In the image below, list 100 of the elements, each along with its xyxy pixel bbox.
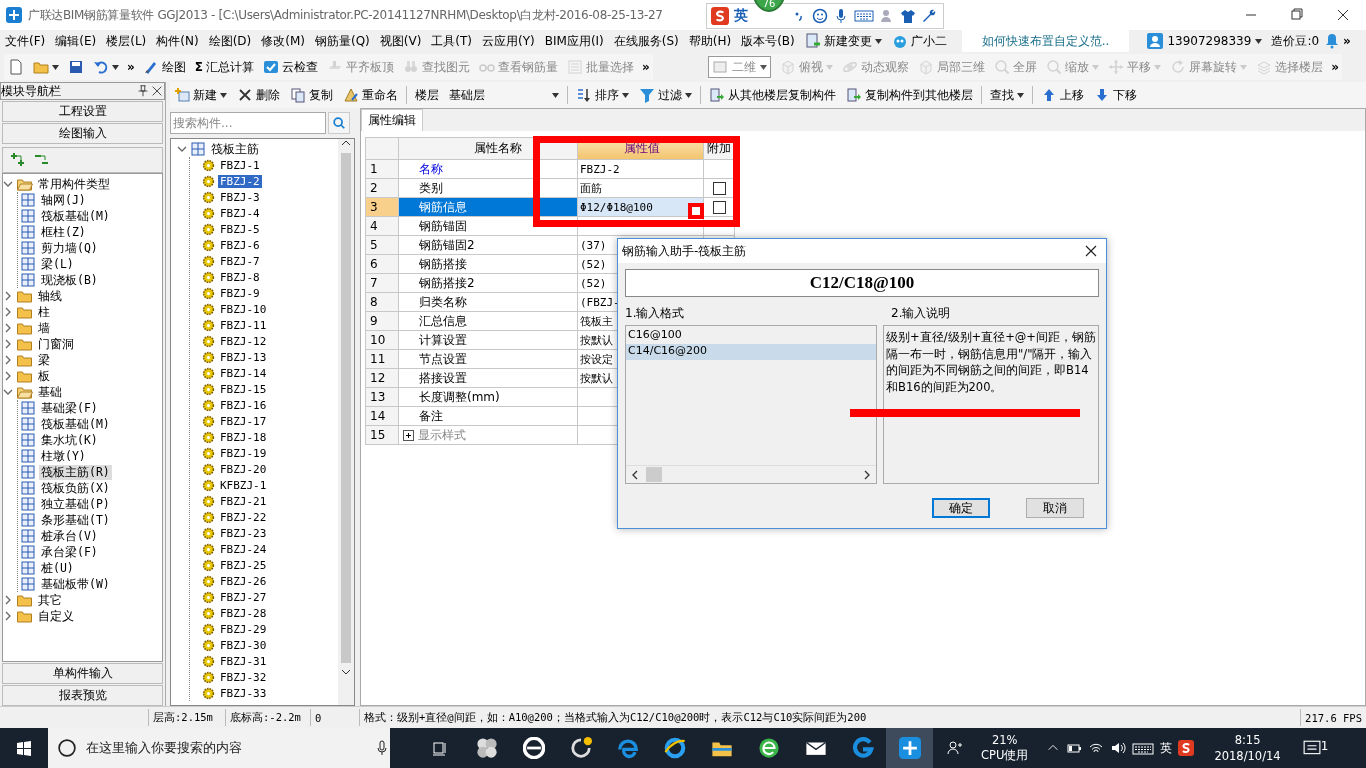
tree-item[interactable]: FBZJ-23: [218, 526, 269, 540]
menu-item[interactable]: 在线服务(S): [608, 32, 684, 50]
property-value[interactable]: 按设定: [580, 352, 613, 366]
tree-item[interactable]: 独立基础(P): [39, 496, 112, 512]
chevron-icon[interactable]: [3, 339, 13, 349]
expand-all-icon[interactable]: [9, 152, 27, 168]
tree-item[interactable]: FBZJ-11: [218, 318, 269, 332]
tree-item[interactable]: FBZJ-5: [218, 222, 262, 236]
tree-item[interactable]: FBZJ-12: [218, 334, 269, 348]
scroll-thumb[interactable]: [646, 467, 662, 482]
property-value[interactable]: (37): [580, 239, 607, 252]
toolbar-button[interactable]: 复制构件到其他楼层: [842, 84, 977, 106]
tree-item[interactable]: FBZJ-32: [218, 670, 269, 684]
toolbar-button[interactable]: 下移: [1090, 84, 1141, 106]
tree-item[interactable]: FBZJ-19: [218, 446, 269, 460]
tree-item[interactable]: 基础: [36, 384, 64, 400]
tree-item[interactable]: KFBZJ-1: [218, 478, 269, 492]
tree-item[interactable]: 桩承台(V): [39, 528, 100, 544]
tree-item[interactable]: FBZJ-3: [218, 190, 262, 204]
close-icon[interactable]: [150, 84, 164, 98]
microphone-icon[interactable]: [833, 8, 849, 24]
keyboard-icon[interactable]: [1132, 740, 1155, 756]
menu-item[interactable]: 绘图(D): [203, 32, 257, 50]
toolbar-button[interactable]: 新建: [170, 84, 231, 106]
expand-icon[interactable]: [403, 429, 414, 441]
menu-item[interactable]: 编辑(E): [50, 32, 102, 50]
toolbar-button[interactable]: 绘图: [138, 56, 190, 78]
ime-logo-icon[interactable]: [1178, 740, 1195, 756]
tree-item[interactable]: 筏板基础(M): [39, 208, 112, 224]
microphone-icon[interactable]: [374, 740, 390, 756]
tree-item[interactable]: FBZJ-22: [218, 510, 269, 524]
menu-item[interactable]: 文件(F): [0, 32, 51, 50]
overflow-button[interactable]: »: [638, 56, 653, 78]
property-value[interactable]: (52): [580, 258, 607, 271]
assistant-button[interactable]: 广小二: [886, 32, 952, 50]
tree-item[interactable]: FBZJ-2: [218, 174, 262, 188]
scroll-down-icon[interactable]: [341, 667, 351, 677]
taskbar-app[interactable]: [886, 728, 933, 768]
tree-item[interactable]: 筏板负筋(X): [39, 480, 112, 496]
tree-item[interactable]: FBZJ-18: [218, 430, 269, 444]
taskbar-search-field[interactable]: 在这里输入你要搜索的内容: [48, 728, 390, 768]
tree-item[interactable]: FBZJ-8: [218, 270, 262, 284]
smiley-icon[interactable]: [812, 8, 828, 24]
wrench-icon[interactable]: [921, 8, 937, 24]
chevron-icon[interactable]: [3, 307, 13, 317]
tree-item[interactable]: FBZJ-26: [218, 574, 269, 588]
bell-icon[interactable]: [1324, 33, 1341, 49]
property-value[interactable]: 筏板主: [580, 314, 613, 328]
toolbar-button[interactable]: 过滤: [635, 84, 696, 106]
property-value[interactable]: (52): [580, 277, 607, 290]
menu-item[interactable]: 工具(T): [426, 32, 478, 50]
menu-item[interactable]: 帮助(H): [683, 32, 737, 50]
pin-icon[interactable]: [136, 84, 150, 98]
tree-item[interactable]: 常用构件类型: [36, 176, 112, 192]
menu-item[interactable]: 云应用(Y): [477, 32, 540, 50]
input-mode[interactable]: 英: [1160, 739, 1173, 757]
menu-item[interactable]: BIM应用(I): [539, 32, 609, 50]
overflow-button[interactable]: »: [1340, 34, 1354, 48]
tree-item[interactable]: FBZJ-24: [218, 542, 269, 556]
shirt-icon[interactable]: [900, 8, 916, 24]
task-view-icon[interactable]: [431, 740, 448, 756]
chevron-icon[interactable]: [3, 291, 13, 301]
tree-item[interactable]: FBZJ-10: [218, 302, 269, 316]
checkbox[interactable]: [712, 201, 726, 214]
tree-item[interactable]: 框柱(Z): [39, 224, 88, 240]
tree-item[interactable]: 基础板带(W): [39, 576, 112, 592]
rebar-input-field[interactable]: C12/C18@100: [625, 269, 1099, 297]
overflow-button[interactable]: »: [124, 56, 138, 78]
chevron-icon[interactable]: [3, 387, 13, 397]
tree-item[interactable]: 桩(U): [39, 560, 76, 576]
list-item[interactable]: C14/C16@200: [626, 344, 876, 360]
tree-item[interactable]: FBZJ-1: [218, 158, 262, 172]
tree-item[interactable]: 筏板主筋: [209, 140, 261, 158]
account-menu[interactable]: 13907298339: [1147, 33, 1267, 49]
menu-item[interactable]: 版本号(B): [736, 32, 800, 50]
tree-item[interactable]: 筏板主筋(R): [39, 464, 112, 480]
tree-item[interactable]: 柱: [36, 304, 52, 320]
tree-item[interactable]: 板: [36, 368, 52, 384]
chevron-icon[interactable]: [3, 179, 13, 189]
tip-link[interactable]: 如何快速布置自定义范..: [961, 30, 1130, 52]
chevron-icon[interactable]: [3, 323, 13, 333]
tree-item[interactable]: FBZJ-29: [218, 622, 269, 636]
floor-dropdown[interactable]: 基础层: [445, 84, 563, 106]
tree-item[interactable]: FBZJ-33: [218, 686, 269, 700]
new-file-icon[interactable]: [8, 59, 24, 75]
menu-item[interactable]: 构件(N): [151, 32, 204, 50]
toolbar-button[interactable]: 查找: [986, 84, 1028, 106]
tree-item[interactable]: 基础梁(F): [39, 400, 100, 416]
toolbar-button[interactable]: 复制: [286, 84, 337, 106]
toolbar-button[interactable]: 云检查: [258, 56, 322, 78]
toolbar-button[interactable]: 删除: [233, 84, 284, 106]
search-field[interactable]: 搜索构件...: [170, 112, 326, 134]
tree-item[interactable]: FBZJ-25: [218, 558, 269, 572]
list-item[interactable]: C16@100: [626, 328, 876, 344]
menu-item[interactable]: 修改(M): [256, 32, 310, 50]
tree-item[interactable]: 剪力墙(Q): [39, 240, 100, 256]
tree-item[interactable]: FBZJ-9: [218, 286, 262, 300]
tree-item[interactable]: 条形基础(T): [39, 512, 112, 528]
nav-button[interactable]: 单构件输入: [2, 663, 163, 684]
chevron-icon[interactable]: [177, 144, 187, 154]
